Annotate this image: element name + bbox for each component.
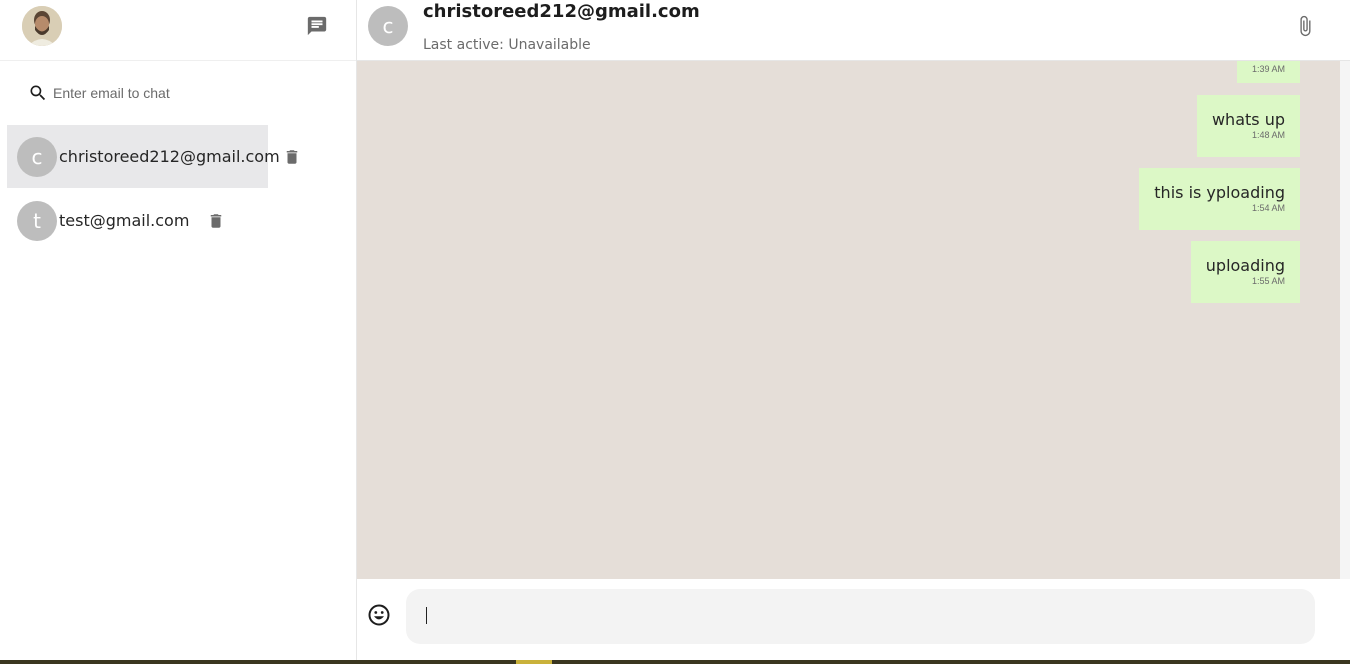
- chat-icon: [307, 16, 327, 36]
- contact-email: christoreed212@gmail.com: [423, 1, 700, 22]
- message-text: whats up: [1211, 110, 1285, 129]
- message-bubble: whats up 1:48 AM: [1196, 95, 1300, 157]
- taskbar-edge: [0, 660, 1350, 664]
- sidebar-header: [0, 0, 356, 61]
- smiley-icon: [368, 604, 390, 626]
- search-bar: [28, 80, 328, 106]
- delete-chat-button[interactable]: [280, 145, 304, 169]
- delete-chat-button[interactable]: [204, 209, 228, 233]
- message-text: this is yploading: [1154, 183, 1285, 202]
- chat-list-item[interactable]: t test@gmail.com: [7, 189, 228, 252]
- sidebar: c christoreed212@gmail.com t test@gmail.…: [0, 0, 357, 664]
- user-photo-icon: [22, 6, 62, 46]
- search-icon: [28, 83, 48, 103]
- search-input[interactable]: [53, 85, 313, 101]
- paperclip-icon: [1300, 15, 1311, 37]
- emoji-button[interactable]: [367, 603, 391, 627]
- message-scrollbar[interactable]: [1340, 61, 1350, 579]
- message-time: 1:55 AM: [1251, 276, 1285, 286]
- composer: [357, 579, 1350, 659]
- taskbar-accent: [516, 660, 552, 664]
- chat-list-item[interactable]: c christoreed212@gmail.com: [7, 125, 304, 188]
- attach-button[interactable]: [1293, 13, 1317, 39]
- message-bubble: 1:39 AM: [1236, 61, 1300, 83]
- message-bubble: uploading 1:55 AM: [1190, 241, 1300, 303]
- last-active-status: Last active: Unavailable: [423, 37, 591, 53]
- chat-app: c christoreed212@gmail.com t test@gmail.…: [0, 0, 1350, 664]
- avatar: t: [17, 200, 57, 241]
- chat-header: c christoreed212@gmail.com Last active: …: [357, 0, 1350, 61]
- message-list[interactable]: 1:39 AM whats up 1:48 AM this is yploadi…: [357, 61, 1340, 579]
- message-bubble: this is yploading 1:54 AM: [1139, 168, 1300, 230]
- message-text: uploading: [1205, 256, 1285, 275]
- message-time: 1:39 AM: [1251, 64, 1285, 74]
- contact-avatar: c: [368, 6, 408, 46]
- avatar: c: [17, 136, 57, 177]
- trash-icon: [211, 213, 222, 228]
- user-avatar[interactable]: [22, 6, 62, 46]
- trash-icon: [286, 149, 298, 164]
- message-time: 1:48 AM: [1251, 130, 1285, 140]
- new-chat-button[interactable]: [303, 12, 331, 40]
- message-input[interactable]: [406, 589, 1315, 644]
- message-time: 1:54 AM: [1251, 203, 1285, 213]
- chat-item-body[interactable]: c christoreed212@gmail.com: [7, 125, 280, 188]
- chat-email: christoreed212@gmail.com: [59, 147, 280, 166]
- text-caret: [426, 607, 427, 624]
- chat-item-body[interactable]: t test@gmail.com: [7, 189, 194, 252]
- chat-email: test@gmail.com: [59, 211, 190, 230]
